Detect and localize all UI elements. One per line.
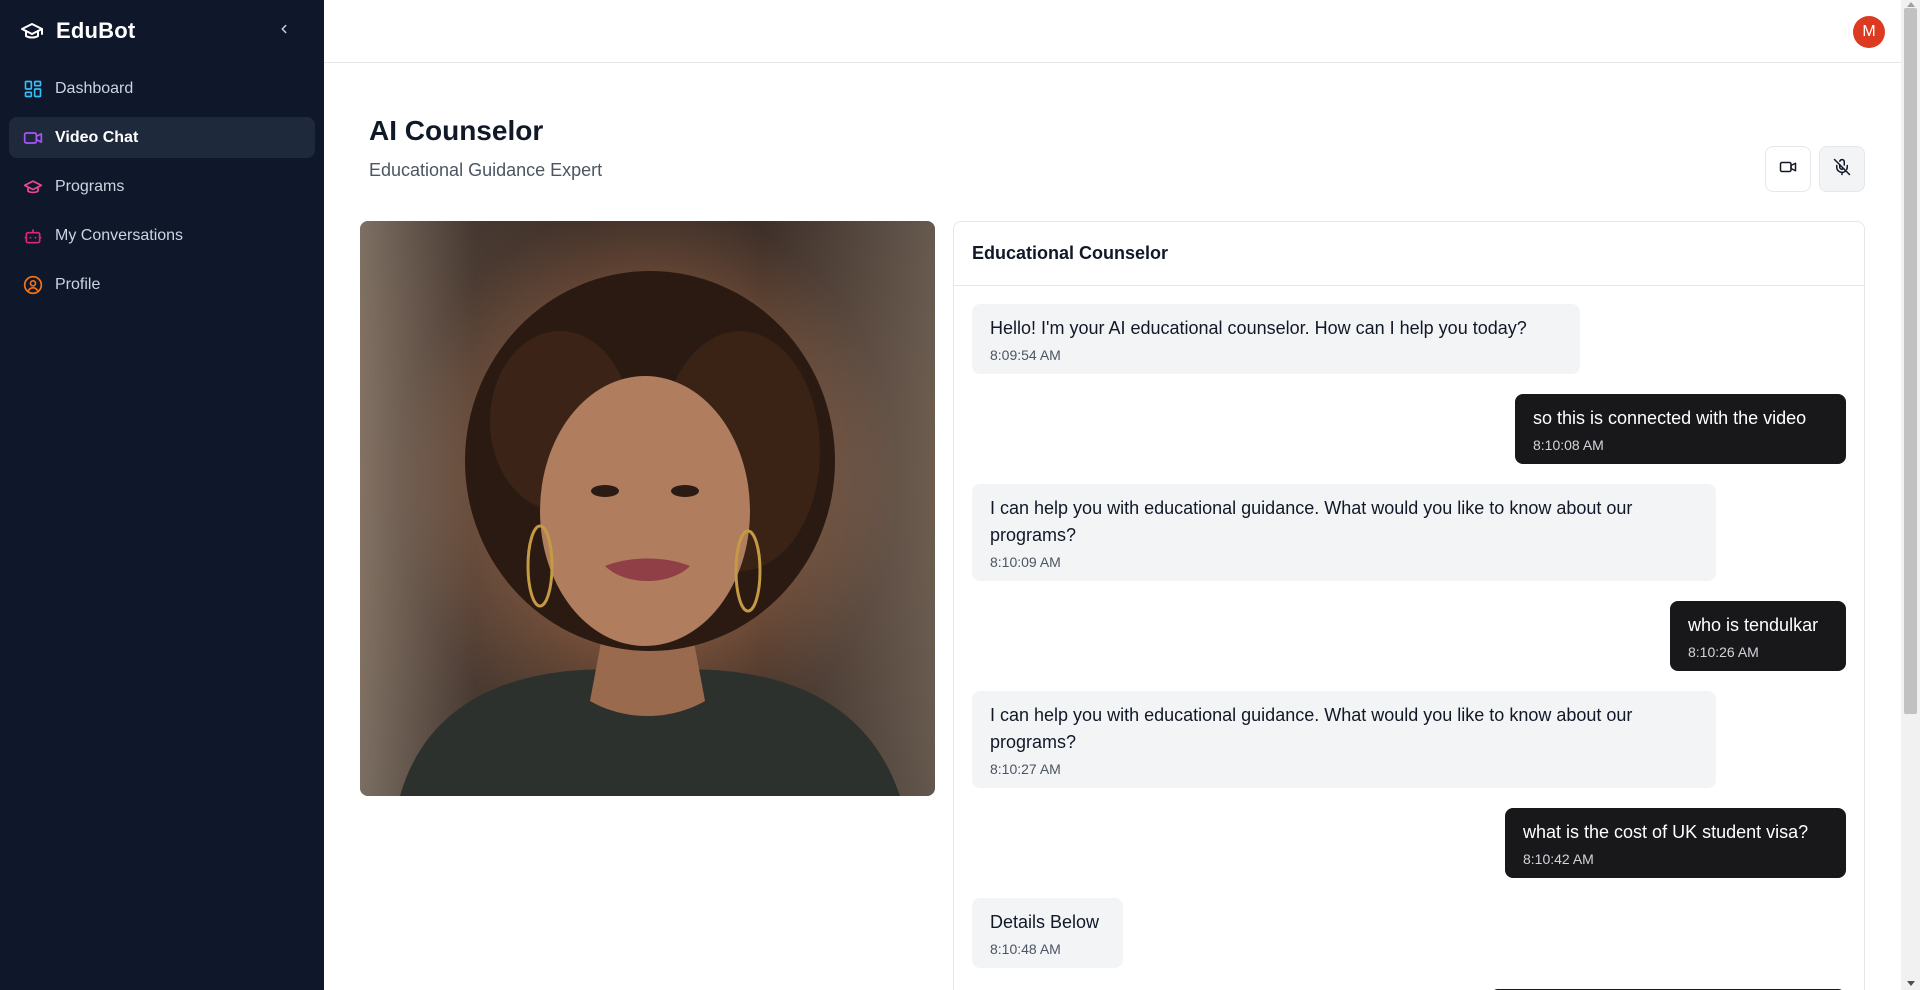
- message-text: Details Below: [990, 912, 1100, 932]
- video-icon: [23, 128, 43, 148]
- user-circle-icon: [23, 275, 43, 295]
- scrollbar-thumb[interactable]: [1904, 8, 1917, 714]
- graduation-cap-icon: [23, 177, 43, 197]
- message-time: 8:10:27 AM: [990, 761, 1061, 777]
- message-text: Hello! I'm your AI educational counselor…: [990, 318, 1527, 338]
- sidebar-item-programs[interactable]: Programs: [9, 166, 315, 207]
- bot-icon: [23, 226, 43, 246]
- page-title: AI Counselor: [369, 115, 544, 146]
- message-time: 8:09:54 AM: [990, 347, 1061, 363]
- message-text: what is the cost of UK student visa?: [1523, 822, 1809, 842]
- sidebar-item-profile[interactable]: Profile: [9, 264, 315, 305]
- dashboard-icon: [23, 79, 43, 99]
- bot-message: I can help you with educational guidance…: [972, 691, 1716, 788]
- graduation-cap-logo-icon: [18, 17, 46, 45]
- sidebar: EduBot Dashboard Video Chat Programs My …: [0, 0, 324, 990]
- avatar-initial: M: [1862, 23, 1876, 40]
- sidebar-nav: Dashboard Video Chat Programs My Convers…: [0, 62, 324, 315]
- bot-message: Details Below 8:10:48 AM: [972, 898, 1123, 968]
- page-scrollbar[interactable]: [1901, 0, 1920, 990]
- message-time: 8:10:48 AM: [990, 941, 1061, 957]
- mic-toggle-button[interactable]: [1819, 146, 1865, 192]
- message-text: who is tendulkar: [1688, 615, 1819, 635]
- chevron-left-icon: [277, 22, 291, 41]
- mic-off-icon: [1833, 158, 1851, 181]
- user-avatar[interactable]: M: [1853, 16, 1885, 48]
- sidebar-item-label: Video Chat: [55, 128, 139, 146]
- message-text: I can help you with educational guidance…: [990, 705, 1633, 752]
- counselor-video: [360, 221, 935, 796]
- user-message: so this is connected with the video 8:10…: [1515, 394, 1846, 464]
- collapse-sidebar-button[interactable]: [272, 19, 296, 43]
- scroll-up-arrow-icon[interactable]: [1907, 2, 1915, 7]
- message-time: 8:10:09 AM: [990, 554, 1061, 570]
- sidebar-item-label: Programs: [55, 177, 125, 195]
- message-list[interactable]: Hello! I'm your AI educational counselor…: [954, 286, 1864, 990]
- scroll-down-arrow-icon[interactable]: [1907, 981, 1915, 986]
- video-camera-icon: [1779, 158, 1797, 181]
- sidebar-item-label: Dashboard: [55, 79, 134, 97]
- sidebar-item-label: Profile: [55, 275, 101, 293]
- message-time: 8:10:42 AM: [1523, 851, 1594, 867]
- message-time: 8:10:08 AM: [1533, 437, 1604, 453]
- counselor-portrait: [400, 271, 900, 796]
- sidebar-item-dashboard[interactable]: Dashboard: [9, 68, 315, 109]
- message-time: 8:10:26 AM: [1688, 644, 1759, 660]
- page-subtitle: Educational Guidance Expert: [369, 160, 603, 180]
- user-message: who is tendulkar 8:10:26 AM: [1670, 601, 1846, 671]
- sidebar-item-label: My Conversations: [55, 226, 184, 244]
- message-text: I can help you with educational guidance…: [990, 498, 1633, 545]
- chat-title: Educational Counselor: [954, 222, 1864, 286]
- bot-message: Hello! I'm your AI educational counselor…: [972, 304, 1580, 374]
- bot-message: I can help you with educational guidance…: [972, 484, 1716, 581]
- chat-panel: Educational Counselor Hello! I'm your AI…: [953, 221, 1865, 990]
- sidebar-item-my-conversations[interactable]: My Conversations: [9, 215, 315, 256]
- video-toggle-button[interactable]: [1765, 146, 1811, 192]
- sidebar-item-video-chat[interactable]: Video Chat: [9, 117, 315, 158]
- top-bar: M: [324, 0, 1901, 63]
- app-name: EduBot: [56, 18, 136, 43]
- message-text: so this is connected with the video: [1533, 408, 1807, 428]
- user-message: what is the cost of UK student visa? 8:1…: [1505, 808, 1846, 878]
